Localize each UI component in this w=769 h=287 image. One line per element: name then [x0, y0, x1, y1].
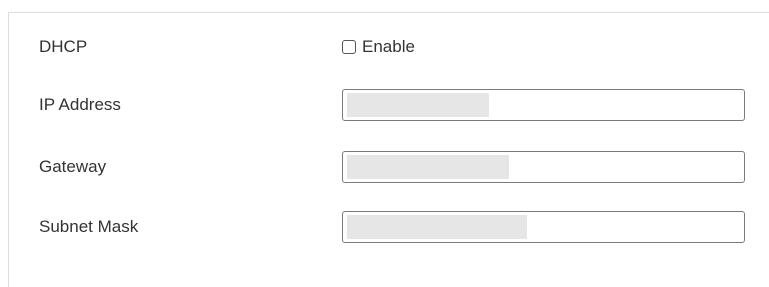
- dhcp-row: DHCP Enable: [9, 33, 769, 61]
- dhcp-label: DHCP: [39, 37, 88, 56]
- ip-address-label: IP Address: [39, 95, 121, 114]
- subnet-mask-value: [347, 215, 527, 239]
- subnet-mask-input[interactable]: [342, 211, 745, 243]
- subnet-mask-label: Subnet Mask: [39, 217, 139, 236]
- gateway-label: Gateway: [39, 157, 107, 176]
- ip-address-row: IP Address: [9, 89, 769, 121]
- dhcp-enable-toggle[interactable]: Enable: [342, 37, 415, 57]
- ip-address-input[interactable]: [342, 89, 745, 121]
- ip-address-value: [347, 93, 489, 117]
- gateway-row: Gateway: [9, 151, 769, 183]
- network-settings-panel: DHCP Enable IP Address Gateway Subnet Ma…: [8, 12, 769, 287]
- gateway-input[interactable]: [342, 151, 745, 183]
- dhcp-enable-checkbox[interactable]: [342, 40, 356, 54]
- gateway-value: [347, 155, 509, 179]
- dhcp-enable-label[interactable]: Enable: [362, 37, 415, 57]
- subnet-mask-row: Subnet Mask: [9, 211, 769, 243]
